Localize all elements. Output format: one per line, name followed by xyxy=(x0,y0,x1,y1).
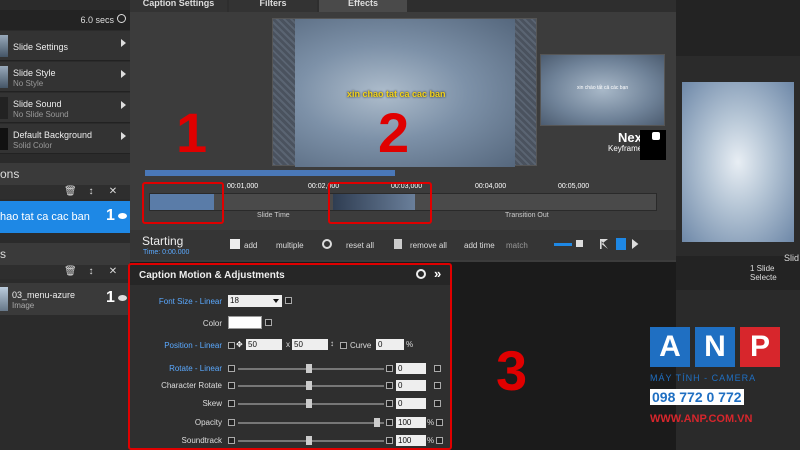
slide-duration: 6.0 secs xyxy=(80,15,114,25)
clock-icon[interactable] xyxy=(117,14,126,23)
add-button[interactable]: add xyxy=(244,241,257,250)
tab-filters-label: Filters xyxy=(259,0,287,8)
app-root: 6.0 secs Slide Settings Slide Style No S… xyxy=(0,0,800,450)
background-icon xyxy=(0,128,8,150)
slide-time-label: Slide Time xyxy=(257,212,290,219)
layers-toolbar: 🗑 ↕ ✕ xyxy=(0,265,130,279)
tab-effects[interactable]: Effects xyxy=(319,0,407,12)
slide-style-value: No Style xyxy=(13,79,44,88)
captions-section-header: ons xyxy=(0,163,130,185)
layer-thumbnail xyxy=(0,287,8,311)
slide-selection-count: 1 Slide Selecte xyxy=(750,264,777,282)
next-preview: xin chào tất cả các bạn xyxy=(540,54,665,126)
slide-label: Slid xyxy=(784,253,800,263)
tab-bar: Caption Settings Filters Effects xyxy=(130,0,676,12)
tab-effects-label: Effects xyxy=(347,0,378,8)
slide-thumbnail[interactable] xyxy=(682,82,794,242)
next-slide-thumb[interactable] xyxy=(640,130,666,160)
timeline-progress-bar xyxy=(145,170,395,176)
layer-list-item[interactable]: 03_menu-azure Image 1 xyxy=(0,283,130,315)
chevron-right-icon xyxy=(121,39,126,47)
caption-item-text: hao tat ca cac ban xyxy=(0,211,90,223)
chevron-right-icon xyxy=(121,101,126,109)
layers-section-title: s xyxy=(0,247,6,261)
anp-logo: A N P MÁY TÍNH - CAMERA 098 772 0 772 WW… xyxy=(648,327,783,437)
slide-sound-value: No Slide Sound xyxy=(13,110,69,119)
slide-sound-item[interactable]: Slide Sound No Slide Sound xyxy=(0,93,130,123)
next-label: Nex xyxy=(618,130,642,145)
slide-settings-label: Slide Settings xyxy=(13,42,69,52)
remove-all-button[interactable]: remove all xyxy=(410,241,447,250)
slide-settings-item[interactable]: Slide Settings xyxy=(0,31,130,61)
transition-out-label: Transition Out xyxy=(505,212,549,219)
slide-duration-bar: 6.0 secs xyxy=(0,10,130,30)
tools-icon[interactable]: ✕ xyxy=(108,187,118,197)
annotation-box-1 xyxy=(142,182,224,224)
add-icon xyxy=(230,239,240,249)
tab-filters[interactable]: Filters xyxy=(229,0,317,12)
next-preview-caption: xin chào tất cả các bạn xyxy=(577,85,629,91)
caption-item-number: 1 xyxy=(106,207,115,224)
timeline-tick-5: 00:05,000 xyxy=(558,183,590,190)
slide-settings-icon xyxy=(0,35,8,57)
match-button[interactable]: match xyxy=(506,241,528,250)
annotation-box-2 xyxy=(328,182,432,224)
caption-list-item[interactable]: hao tat ca cac ban 1 xyxy=(0,201,130,233)
logo-letter-n: N xyxy=(695,327,735,367)
captions-toolbar: 🗑 ↕ ✕ xyxy=(0,185,130,199)
annotation-number-1: 1 xyxy=(176,101,208,164)
logo-phone: 098 772 0 772 xyxy=(650,389,744,405)
annotation-number-2: 2 xyxy=(378,101,410,164)
layer-title: 03_menu-azure xyxy=(12,290,76,300)
default-background-item[interactable]: Default Background Solid Color xyxy=(0,124,130,154)
logo-letter-a: A xyxy=(650,327,690,367)
trash-icon[interactable]: 🗑 xyxy=(64,187,77,197)
timeline-tick-1: 00:01,000 xyxy=(227,183,259,190)
default-background-value: Solid Color xyxy=(13,141,53,150)
logo-tagline: MÁY TÍNH - CAMERA xyxy=(650,373,757,383)
logo-letter-p: P xyxy=(740,327,780,367)
keyframe-controls: Starting Time: 0:00.000 add multiple res… xyxy=(130,230,676,260)
tools-icon[interactable]: ✕ xyxy=(108,267,118,277)
annotation-number-3: 3 xyxy=(496,339,528,402)
timeline-tick-4: 00:04,000 xyxy=(475,183,507,190)
slide-sound-label: Slide Sound xyxy=(13,99,62,109)
preview-caption[interactable]: xin chao tat ca cac ban xyxy=(347,89,446,99)
multiple-button[interactable]: multiple xyxy=(276,241,304,250)
next-keyframe-icon[interactable] xyxy=(632,239,639,249)
chevron-right-icon xyxy=(121,132,126,140)
trash-icon[interactable]: 🗑 xyxy=(64,267,77,277)
sort-icon[interactable]: ↕ xyxy=(86,267,96,277)
tab-caption-settings-label: Caption Settings xyxy=(142,0,215,8)
slide-sound-icon xyxy=(0,97,8,119)
plus-icon xyxy=(652,132,660,140)
sort-icon[interactable]: ↕ xyxy=(86,187,96,197)
reset-icon xyxy=(322,239,332,249)
keyframe-time: Time: 0:00.000 xyxy=(143,249,190,256)
keyframe-state: Starting xyxy=(142,234,184,248)
slide-style-label: Slide Style xyxy=(13,68,56,78)
previous-keyframe-icon[interactable] xyxy=(600,239,608,249)
layer-type: Image xyxy=(12,301,35,310)
tab-caption-settings[interactable]: Caption Settings xyxy=(130,0,227,12)
slide-options-panel: 6.0 secs Slide Settings Slide Style No S… xyxy=(0,0,130,450)
keyframe-marker-icon[interactable] xyxy=(616,238,626,250)
slide-style-icon xyxy=(0,66,8,88)
stop-icon[interactable] xyxy=(576,240,583,247)
add-time-button[interactable]: add time xyxy=(464,241,495,250)
eye-icon[interactable] xyxy=(118,295,127,301)
reset-all-button[interactable]: reset all xyxy=(346,241,374,250)
trash-icon xyxy=(394,239,402,249)
chevron-right-icon xyxy=(121,70,126,78)
layer-number: 1 xyxy=(106,289,115,306)
eye-icon[interactable] xyxy=(118,213,127,219)
layers-section-header: s xyxy=(0,243,130,265)
annotation-box-3 xyxy=(128,263,452,450)
captions-section-title: ons xyxy=(0,167,20,181)
ease-icon[interactable] xyxy=(554,243,572,246)
default-background-label: Default Background xyxy=(13,130,93,140)
logo-website: WWW.ANP.COM.VN xyxy=(650,413,753,425)
slide-style-item[interactable]: Slide Style No Style xyxy=(0,62,130,92)
